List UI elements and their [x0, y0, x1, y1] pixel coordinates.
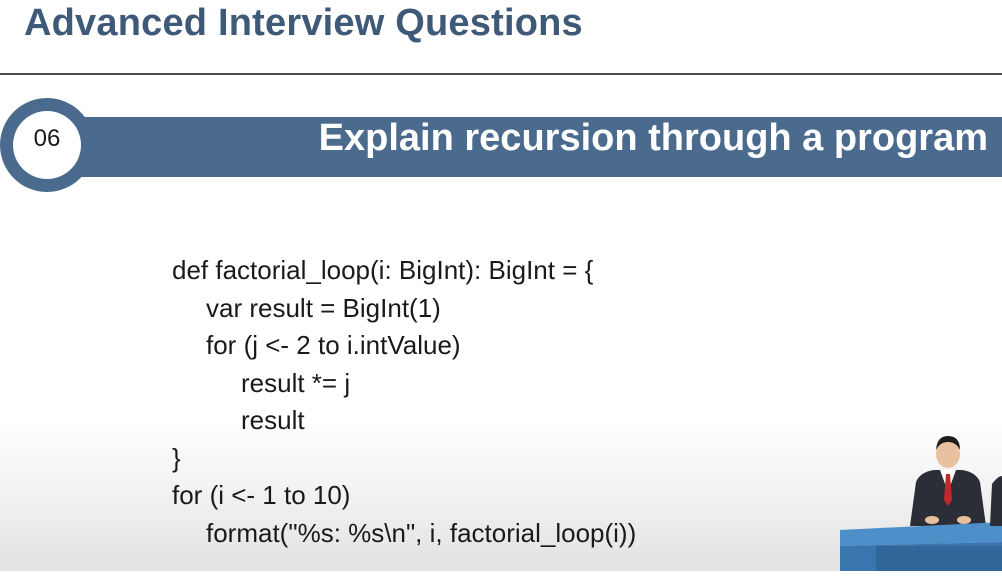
presenter-icon	[840, 430, 1002, 571]
code-line: result *= j	[241, 367, 351, 398]
code-line: var result = BigInt(1)	[206, 292, 441, 323]
code-line: def factorial_loop(i: BigInt): BigInt = …	[172, 255, 594, 285]
question-title: Explain recursion through a program	[318, 117, 988, 159]
question-number: 06	[33, 125, 61, 152]
code-snippet: def factorial_loop(i: BigInt): BigInt = …	[172, 252, 636, 552]
slide-title: Advanced Interview Questions	[24, 2, 583, 44]
code-line: result	[241, 405, 305, 435]
code-line: for (j <- 2 to i.intValue)	[206, 330, 461, 360]
title-divider	[0, 73, 1002, 75]
code-line: }	[172, 442, 181, 473]
code-line: for (i <- 1 to 10)	[172, 480, 351, 510]
code-line: format("%s: %s\n", i, factorial_loop(i))	[206, 517, 637, 548]
question-banner: 06 Explain recursion through a program	[0, 95, 1002, 195]
